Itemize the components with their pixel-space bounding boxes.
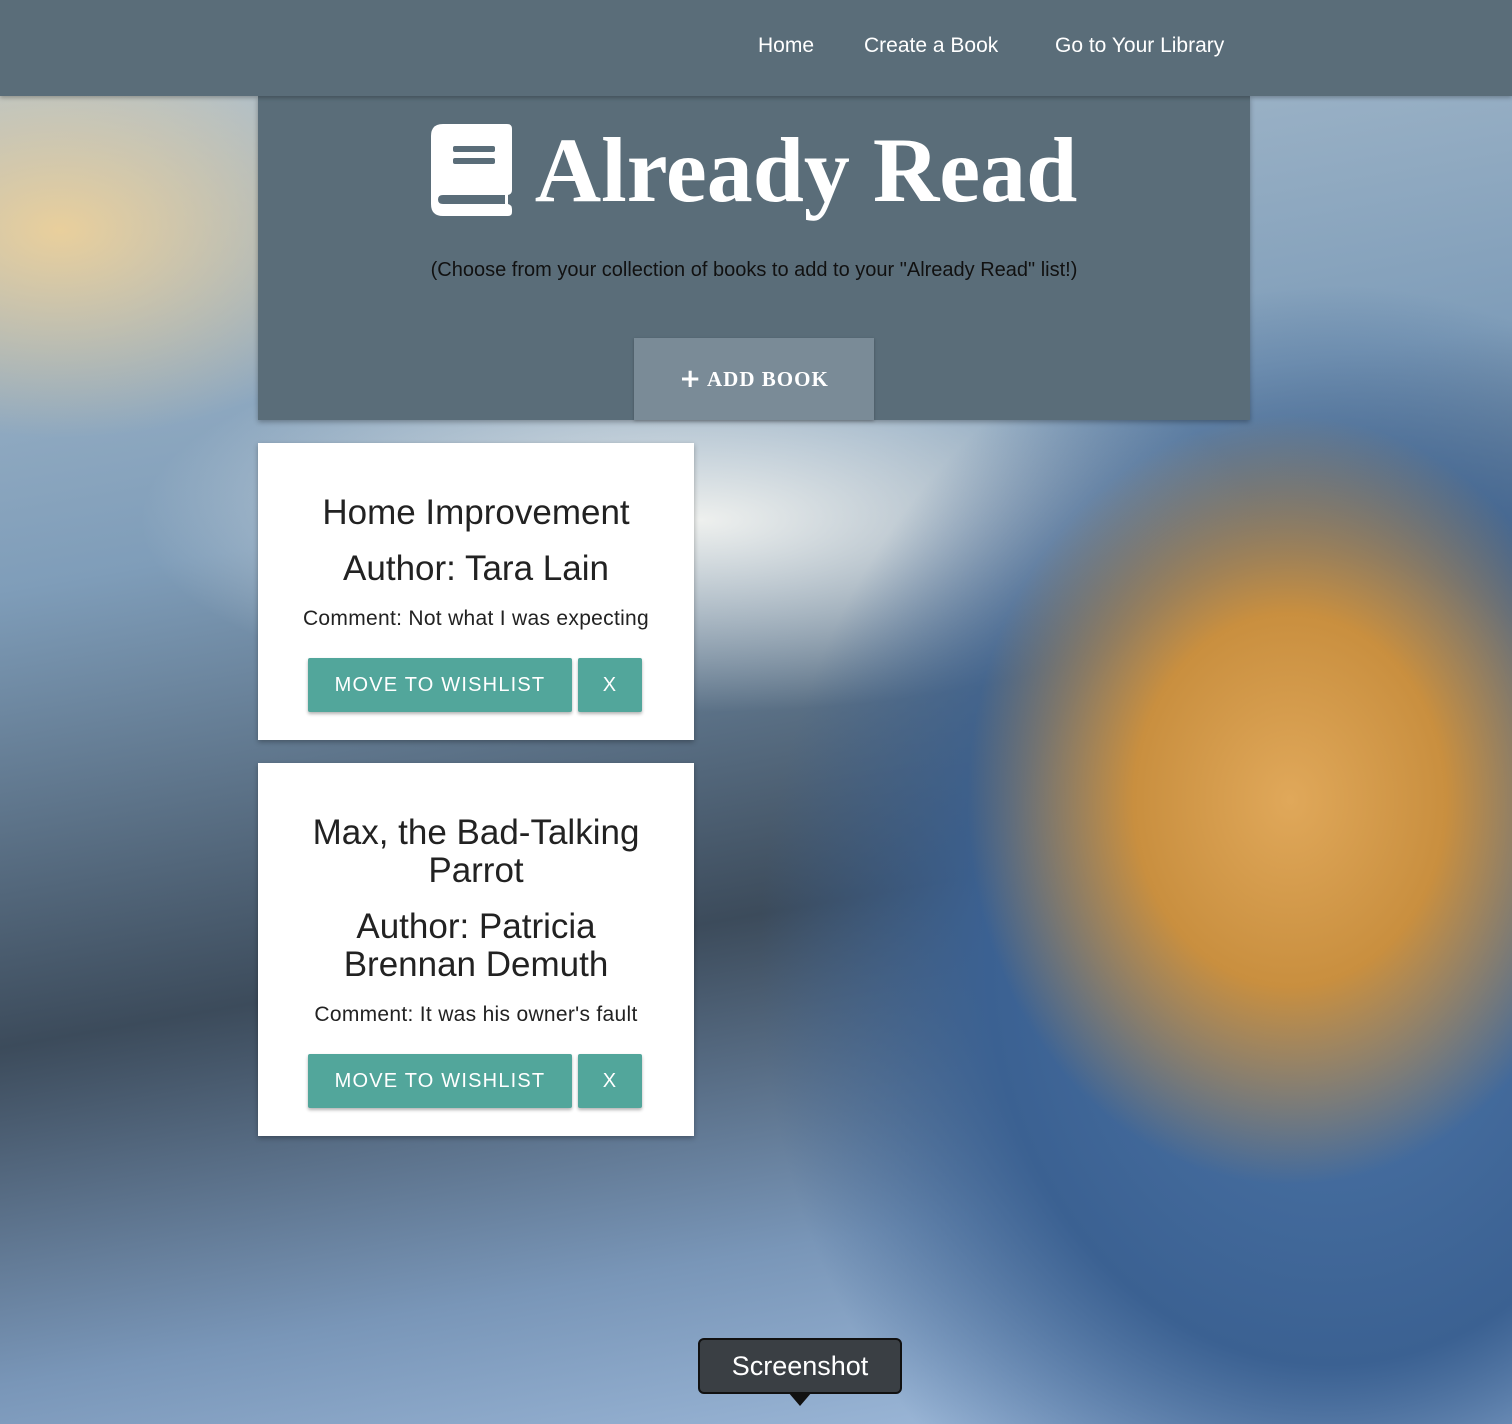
book-comment: Comment: It was his owner's fault bbox=[314, 1003, 638, 1026]
plus-icon: + bbox=[679, 364, 702, 394]
page-title: Already Read bbox=[534, 119, 1078, 221]
card-actions: MOVE TO WISHLIST X bbox=[308, 1054, 642, 1108]
header-panel: Already Read (Choose from your collectio… bbox=[258, 96, 1250, 420]
add-book-button[interactable]: + ADD BOOK bbox=[634, 338, 874, 420]
book-card: Home Improvement Author: Tara Lain Comme… bbox=[258, 443, 694, 740]
navbar: Home Create a Book Go to Your Library bbox=[0, 0, 1512, 96]
book-author: Author: Tara Lain bbox=[343, 549, 609, 588]
add-book-label: ADD BOOK bbox=[707, 366, 829, 391]
book-author: Author: Patricia Brennan Demuth bbox=[343, 907, 609, 984]
remove-book-button[interactable]: X bbox=[578, 658, 642, 712]
tooltip-arrow bbox=[788, 1392, 812, 1406]
book-title: Home Improvement bbox=[322, 493, 630, 532]
nav-create-book-link[interactable]: Create a Book bbox=[864, 34, 998, 58]
book-title: Max, the Bad-Talking Parrot bbox=[312, 813, 640, 890]
remove-book-button[interactable]: X bbox=[578, 1054, 642, 1108]
move-to-wishlist-button[interactable]: MOVE TO WISHLIST bbox=[308, 658, 572, 712]
book-comment: Comment: Not what I was expecting bbox=[302, 607, 650, 630]
move-to-wishlist-button[interactable]: MOVE TO WISHLIST bbox=[308, 1054, 572, 1108]
title-row: Already Read bbox=[258, 118, 1250, 222]
nav-library-link[interactable]: Go to Your Library bbox=[1055, 34, 1224, 58]
card-actions: MOVE TO WISHLIST X bbox=[308, 658, 642, 712]
page-subtitle: (Choose from your collection of books to… bbox=[430, 259, 1078, 281]
screenshot-tooltip: Screenshot bbox=[698, 1338, 902, 1394]
book-card: Max, the Bad-Talking Parrot Author: Patr… bbox=[258, 763, 694, 1136]
book-icon bbox=[430, 124, 513, 216]
nav-home-link[interactable]: Home bbox=[758, 34, 814, 58]
